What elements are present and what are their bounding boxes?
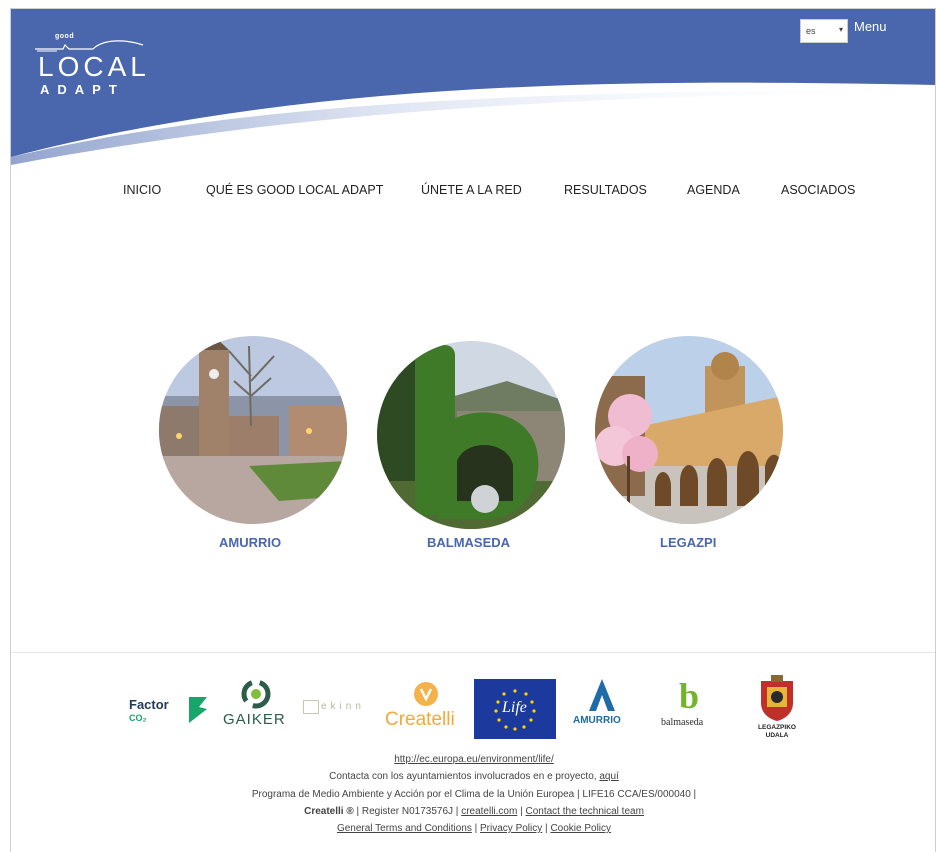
language-value: es (806, 26, 816, 36)
legazpi-coat-of-arms-icon (761, 675, 793, 721)
legazpi-logo-text: LEGAZPIKO UDALA (758, 724, 796, 739)
sponsor-gaiker[interactable]: GAIKER (219, 677, 291, 741)
terms-link[interactable]: General Terms and Conditions (337, 823, 472, 834)
city-label-balmaseda[interactable]: BALMASEDA (427, 535, 510, 550)
gaiker-logo-icon (241, 679, 271, 709)
balmaseda-logo-text: balmaseda (661, 717, 704, 728)
main-nav: INICIO QUÉ ES GOOD LOCAL ADAPT ÚNETE A L… (11, 183, 935, 203)
sponsor-legazpi[interactable]: LEGAZPIKO UDALA (749, 675, 805, 745)
register-text: | Register N0173576J | (356, 806, 459, 817)
city-card-legazpi[interactable] (595, 336, 783, 524)
city-label-legazpi[interactable]: LEGAZPI (660, 535, 716, 550)
gaiker-logo-text: GAIKER (223, 711, 286, 728)
program-text: Programa de Medio Ambiente y Acción por … (251, 789, 697, 800)
contact-text: Contacta con los ayuntamientos involucra… (329, 771, 597, 782)
createlli-brand: Createlli ® (304, 806, 354, 817)
factor-logo-text: Factor (129, 697, 169, 712)
nav-item-asociados[interactable]: ASOCIADOS (781, 183, 855, 197)
life-link[interactable]: http://ec.europa.eu/environment/life/ (394, 754, 554, 765)
city-label-amurrio[interactable]: AMURRIO (219, 535, 281, 550)
factor-leaf-icon (189, 697, 207, 723)
city-card-amurrio[interactable] (159, 336, 347, 524)
footer-program-row: Programa de Medio Ambiente y Acción por … (11, 789, 935, 800)
separator: | (474, 823, 478, 834)
sponsor-amurrio[interactable]: AMURRIO (569, 679, 635, 739)
logo-small-text: good (55, 33, 75, 40)
nav-item-resultados[interactable]: RESULTADOS (564, 183, 647, 197)
nav-item-unete[interactable]: ÚNETE A LA RED (421, 183, 522, 197)
sponsor-ekinn[interactable]: ekinn (299, 697, 381, 725)
ekinn-logo-icon (303, 700, 319, 714)
footer-life-link-row: http://ec.europa.eu/environment/life/ (11, 754, 935, 765)
footer-divider (11, 652, 935, 653)
cookie-policy-link[interactable]: Cookie Policy (550, 823, 611, 834)
city-card-balmaseda[interactable] (377, 341, 565, 529)
city-image-balmaseda[interactable] (377, 341, 565, 529)
privacy-policy-link[interactable]: Privacy Policy (480, 823, 542, 834)
amurrio-logo-text: AMURRIO (573, 715, 621, 726)
menu-button[interactable]: Menu (854, 19, 887, 34)
site-logo[interactable]: good LOCAL ADAPT (33, 31, 163, 101)
life-logo-text: Life (502, 699, 527, 716)
nav-item-inicio[interactable]: INICIO (123, 183, 161, 197)
nav-item-que-es[interactable]: QUÉ ES GOOD LOCAL ADAPT (206, 183, 383, 197)
sponsor-createlli[interactable]: Createlli (385, 681, 469, 737)
sponsor-life[interactable]: Life (474, 679, 556, 739)
separator: | (545, 823, 548, 834)
ekinn-logo-text: ekinn (321, 701, 365, 712)
createlli-link[interactable]: createlli.com (461, 806, 517, 817)
separator: | (520, 806, 523, 817)
city-image-legazpi[interactable] (595, 336, 783, 524)
factor-logo-sub: CO₂ (129, 713, 147, 723)
city-image-amurrio[interactable] (159, 336, 347, 524)
logo-subtitle: ADAPT (40, 82, 125, 97)
language-select[interactable]: es ▾ (800, 19, 848, 43)
footer-createlli-row: Createlli ® | Register N0173576J | creat… (11, 806, 935, 817)
browser-frame: good LOCAL ADAPT es ▾ Menu INICIO QUÉ ES… (10, 8, 936, 852)
sponsor-factor-co2[interactable]: Factor CO₂ (129, 695, 211, 731)
createlli-logo-text: Createlli (385, 709, 455, 730)
chevron-down-icon: ▾ (838, 25, 843, 34)
footer-legal-row: General Terms and Conditions | Privacy P… (11, 823, 935, 834)
nav-item-agenda[interactable]: AGENDA (687, 183, 740, 197)
contact-here-link[interactable]: aquí (599, 771, 618, 782)
footer-contact-row: Contacta con los ayuntamientos involucra… (11, 771, 935, 782)
sponsor-balmaseda[interactable]: b balmaseda (659, 676, 721, 739)
createlli-logo-icon (414, 682, 438, 706)
amurrio-logo-icon (589, 679, 615, 711)
contact-technical-team-link[interactable]: Contact the technical team (526, 806, 644, 817)
header: good LOCAL ADAPT es ▾ Menu (11, 9, 935, 179)
balmaseda-logo-icon: b (679, 676, 700, 716)
logo-title: LOCAL (38, 51, 150, 82)
